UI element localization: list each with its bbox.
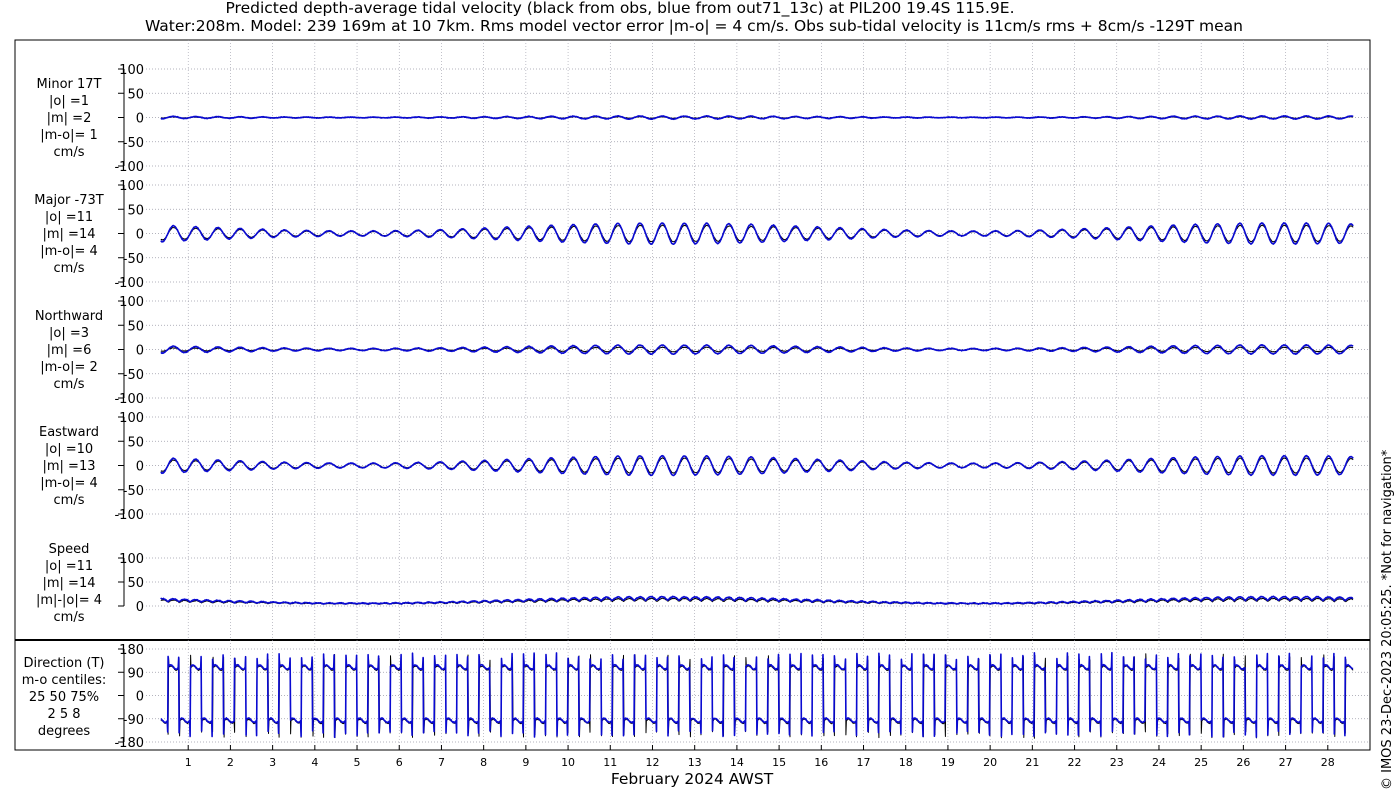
x-tick-label: 21 (1025, 756, 1039, 769)
x-tick-label: 23 (1110, 756, 1124, 769)
x-tick-label: 14 (730, 756, 744, 769)
y-tick-label: 50 (127, 435, 144, 450)
x-tick-label: 17 (857, 756, 871, 769)
x-tick-label: 3 (269, 756, 276, 769)
x-tick-label: 7 (438, 756, 445, 769)
panel-label-major: Major -73T (34, 193, 103, 208)
copyright-notice: © IMOS 23-Dec-2023 20:05:25. *Not for na… (1380, 449, 1395, 790)
x-tick-label: 19 (941, 756, 955, 769)
panel-label-minor: |o| =1 (49, 94, 89, 109)
panel-label-direction: Direction (T) (24, 656, 105, 671)
y-tick-label: 100 (119, 179, 144, 194)
y-tick-label: 50 (127, 87, 144, 102)
x-tick-label: 1 (185, 756, 192, 769)
panel-label-major: cm/s (54, 261, 85, 276)
panel-label-speed: Speed (49, 542, 90, 557)
y-tick-label: 0 (136, 690, 144, 705)
x-tick-label: 16 (814, 756, 828, 769)
panel-label-eastward: Eastward (39, 425, 99, 440)
x-tick-label: 2 (227, 756, 234, 769)
panel-label-minor: Minor 17T (37, 77, 102, 92)
panel-label-northward: |o| =3 (49, 326, 89, 341)
panel-label-speed: |o| =11 (45, 559, 93, 574)
x-tick-label: 6 (396, 756, 403, 769)
chart-frame (14, 39, 1371, 751)
y-tick-label: -50 (123, 252, 144, 267)
panel-label-major: |o| =11 (45, 210, 93, 225)
panel-label-direction: 25 50 75% (29, 690, 99, 705)
x-tick-label: 22 (1068, 756, 1082, 769)
x-tick-label: 24 (1152, 756, 1166, 769)
y-tick-label: -100 (114, 508, 144, 523)
x-tick-label: 11 (603, 756, 617, 769)
panel-label-northward: Northward (35, 309, 103, 324)
y-tick-label: 100 (119, 295, 144, 310)
panel-label-minor: cm/s (54, 145, 85, 160)
x-tick-label: 9 (522, 756, 529, 769)
panel-label-direction: degrees (38, 724, 91, 739)
panel-label-major: |m-o|= 4 (40, 244, 98, 259)
y-tick-label: 0 (136, 600, 144, 615)
panel-label-direction: m-o centiles: (22, 673, 107, 688)
panel-label-speed: cm/s (54, 610, 85, 625)
x-tick-label: 5 (354, 756, 361, 769)
y-tick-label: 100 (119, 552, 144, 567)
panel-label-eastward: |m| =13 (43, 459, 96, 474)
y-tick-label: -100 (114, 160, 144, 175)
x-tick-label: 25 (1194, 756, 1208, 769)
x-tick-label: 20 (983, 756, 997, 769)
x-tick-label: 26 (1236, 756, 1250, 769)
x-tick-label: 18 (899, 756, 913, 769)
x-tick-label: 28 (1321, 756, 1335, 769)
direction-model-line (160, 651, 1354, 738)
eastward-model-line (160, 454, 1354, 477)
y-tick-label: 50 (127, 203, 144, 218)
x-tick-label: 12 (645, 756, 659, 769)
y-tick-label: 100 (119, 411, 144, 426)
y-tick-label: 0 (136, 460, 144, 475)
panel-label-northward: |m-o|= 2 (40, 360, 98, 375)
y-tick-label: 0 (136, 228, 144, 243)
panel-label-eastward: |o| =10 (45, 442, 93, 457)
x-tick-label: 8 (480, 756, 487, 769)
panel-label-northward: |m| =6 (47, 343, 92, 358)
tidal-velocity-chart: 1 2 3 4 5 6 7 8 9 10 11 12 13 14 15 16 17 18 19 20 21 22 23 24 2… (14, 39, 1371, 788)
y-tick-label: 50 (127, 576, 144, 591)
x-axis-label: February 2024 AWST (611, 770, 774, 788)
y-tick-label: -90 (123, 713, 144, 728)
y-tick-label: 90 (127, 666, 144, 681)
x-tick-label: 4 (311, 756, 318, 769)
panel-label-speed: |m| =14 (43, 576, 96, 591)
panel-label-minor: |m| =2 (47, 111, 92, 126)
y-tick-label: -100 (114, 392, 144, 407)
x-tick-label: 27 (1279, 756, 1293, 769)
y-tick-label: 0 (136, 344, 144, 359)
x-tick-label: 13 (688, 756, 702, 769)
y-tick-label: 180 (119, 643, 144, 658)
y-tick-label: -100 (114, 276, 144, 291)
y-tick-label: -50 (123, 136, 144, 151)
northward-model-line (160, 344, 1354, 355)
y-tick-label: -180 (114, 736, 144, 751)
y-tick-label: -50 (123, 484, 144, 499)
panel-label-direction: 2 5 8 (47, 707, 80, 722)
major-model-line (160, 222, 1354, 245)
panel-label-eastward: |m-o|= 4 (40, 476, 98, 491)
panel-label-speed: |m|-|o|= 4 (36, 593, 102, 608)
panel-label-northward: cm/s (54, 377, 85, 392)
y-tick-label: 100 (119, 63, 144, 78)
x-tick-label: 15 (772, 756, 786, 769)
panel-label-eastward: cm/s (54, 493, 85, 508)
x-tick-label: 10 (561, 756, 575, 769)
y-tick-label: -50 (123, 368, 144, 383)
y-tick-label: 0 (136, 112, 144, 127)
y-tick-label: 50 (127, 319, 144, 334)
panel-label-major: |m| =14 (43, 227, 96, 242)
panel-label-minor: |m-o|= 1 (40, 128, 98, 143)
